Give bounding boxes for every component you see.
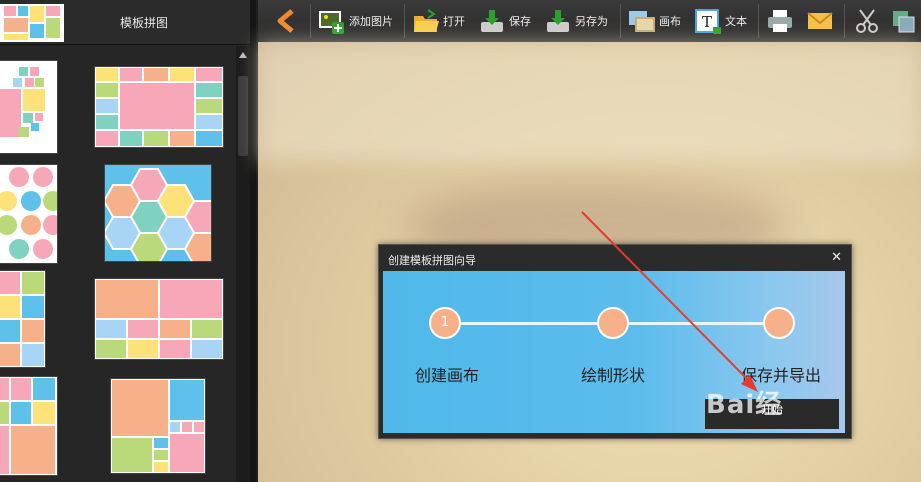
annotation-arrow [581, 211, 758, 392]
